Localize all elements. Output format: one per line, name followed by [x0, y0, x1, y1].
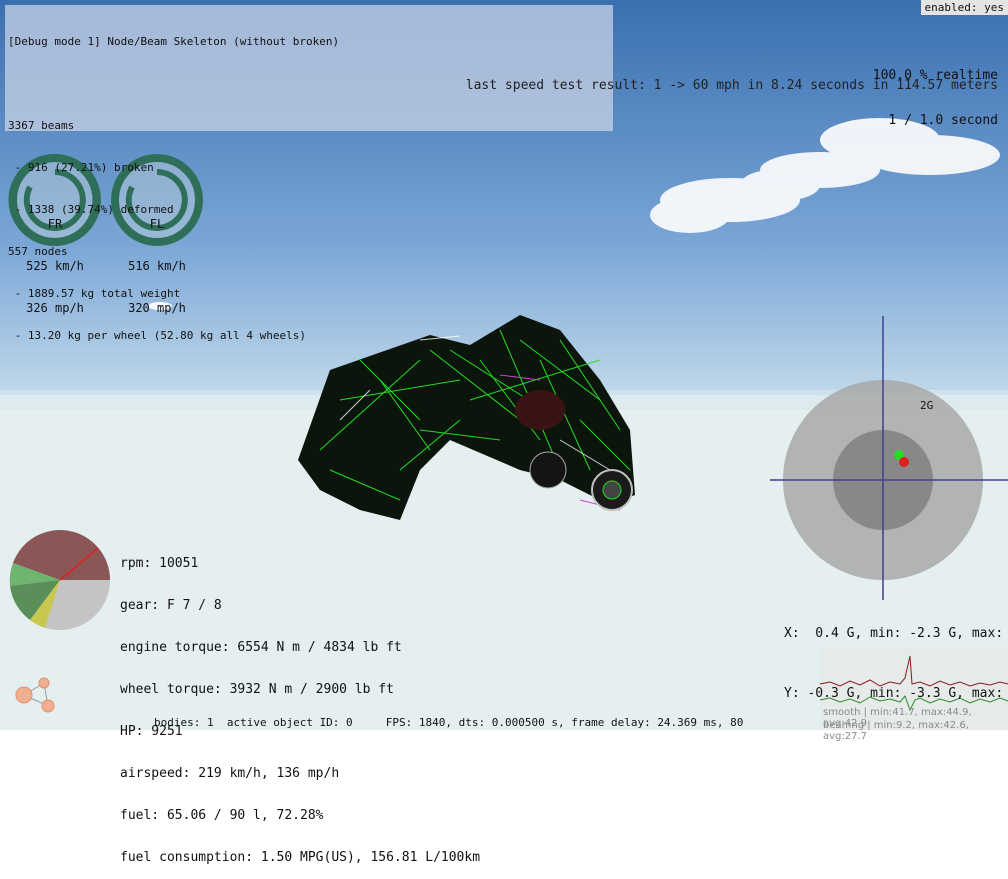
stat-gear: gear: F 7 / 8 [120, 598, 222, 613]
wheel-fl-kmh: 516 km/h [128, 259, 186, 273]
debug-title: [Debug mode 1] Node/Beam Skeleton (witho… [8, 35, 340, 48]
debug-per-wheel: - 13.20 kg per wheel (52.80 kg all 4 whe… [8, 329, 307, 342]
stat-engine-torque: engine torque: 6554 N m / 4834 lb ft [120, 640, 402, 655]
wheel-fl-label: FL 516 km/h 320 mp/h [107, 189, 207, 329]
stat-wheel-torque: wheel torque: 3932 N m / 2900 lb ft [120, 682, 394, 697]
gforce-readout: X: 0.4 G, min: -2.3 G, max: Y: -0.3 G, m… [784, 584, 1003, 724]
vehicle-stats: rpm: 10051 gear: F 7 / 8 engine torque: … [120, 529, 480, 879]
wheel-fl-name: FL [149, 217, 165, 231]
stat-consumption: fuel consumption: 1.50 MPG(US), 156.81 L… [120, 850, 481, 865]
gforce-y: Y: -0.3 G, min: -3.3 G, max: [784, 686, 1004, 701]
graph-beamng-label: beamng | min:9.2, max:42.6, avg:27.7 [823, 720, 969, 742]
stat-airspeed: airspeed: 219 km/h, 136 mp/h [120, 766, 340, 781]
debug-beams: 3367 beams [8, 119, 75, 132]
wheel-fr-mph: 326 mp/h [26, 301, 84, 315]
debug-panel: [Debug mode 1] Node/Beam Skeleton (witho… [5, 5, 613, 342]
engine-pie-chart [9, 530, 110, 630]
enabled-status: enabled: yes [920, 0, 1008, 15]
wheel-fl-mph: 320 mp/h [128, 301, 186, 315]
stat-fuel: fuel: 65.06 / 90 l, 72.28% [120, 808, 324, 823]
debug-broken: - 916 (27.21%) broken [8, 161, 154, 174]
stat-rpm: rpm: 10051 [120, 556, 199, 571]
wheel-fr-kmh: 525 km/h [26, 259, 84, 273]
speed-test-result: last speed test result: 1 -> 60 mph in 8… [465, 78, 998, 93]
bottom-status-bar: bodies: 1 active object ID: 0 FPS: 1840,… [154, 716, 744, 729]
gforce-x: X: 0.4 G, min: -2.3 G, max: [784, 626, 1004, 641]
gforce-2g-label: 2G [920, 399, 934, 412]
realtime-ratio: 1 / 1.0 second [888, 113, 998, 128]
wheel-fr-label: FR 525 km/h 326 mp/h [5, 189, 105, 329]
wheel-fr-name: FR [47, 217, 63, 231]
